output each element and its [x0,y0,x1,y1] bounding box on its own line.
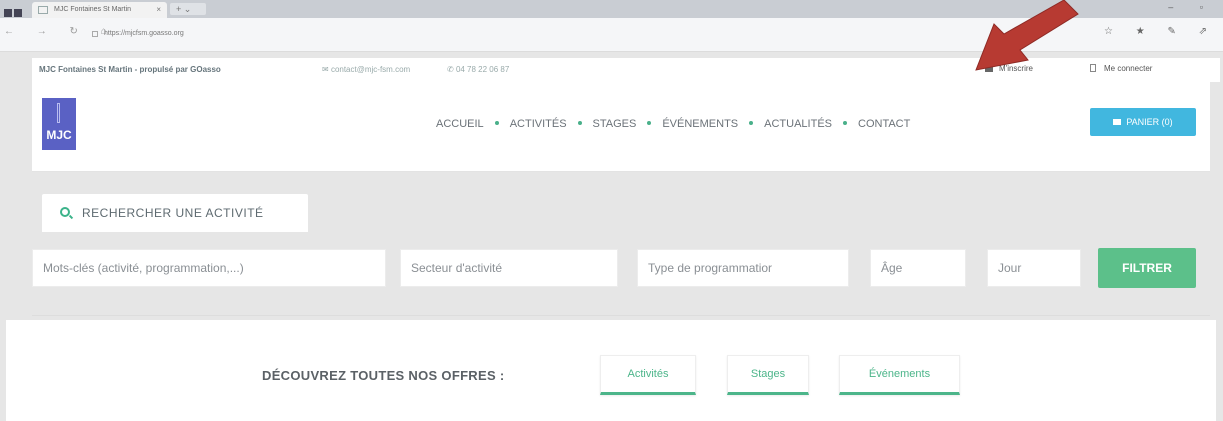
search-icon [60,207,70,217]
site-name: MJC Fontaines St Martin - propulsé par G… [39,65,221,74]
age-select[interactable]: Âge [870,249,966,287]
offers-section: DÉCOUVREZ TOUTES NOS OFFRES : Activités … [6,320,1216,421]
cart-label: PANIER (0) [1126,117,1173,127]
programming-type-select[interactable]: Type de programmatior [637,249,849,287]
browser-toolbar-icons[interactable]: ☆ ★ ✎ ⇗ [1104,26,1217,37]
email-text: contact@mjc-fsm.com [330,65,411,74]
annotation-arrow-shape [975,0,1079,71]
nav-item-stages[interactable]: STAGES [593,118,637,130]
new-tab-button[interactable]: + ⌄ [170,3,206,15]
login-label: Me connecter [1104,64,1153,73]
nav-item-actualites[interactable]: ACTUALITÉS [764,118,832,130]
keywords-input[interactable]: Mots-clés (activité, programmation,...) [32,249,386,287]
filter-row: Mots-clés (activité, programmation,...) … [0,232,1223,312]
nav-separator [843,121,847,126]
url-field[interactable]: https://mjcfsm.goasso.org [88,26,688,42]
nav-item-activites[interactable]: ACTIVITÉS [510,118,567,130]
site-logo[interactable]: MJC [42,98,76,150]
day-select[interactable]: Jour [987,249,1081,287]
lock-icon [92,31,98,37]
section-divider [32,315,1210,316]
window-menu-icon[interactable] [4,4,26,17]
window-controls[interactable]: – ▫ [1168,2,1215,12]
close-icon[interactable]: × [156,5,161,14]
filter-button[interactable]: FILTRER [1098,248,1196,288]
nav-item-accueil[interactable]: ACCUEIL [436,118,484,130]
phone-text: 04 78 22 06 87 [455,65,510,74]
nav-separator [494,121,499,126]
logo-text: MJC [46,128,72,142]
contact-phone[interactable]: ✆ 04 78 22 06 87 [447,65,509,74]
main-nav: ACCUEIL ACTIVITÉS STAGES ÉVÉNEMENTS ACTUALIT… [436,118,910,130]
offer-button-stages[interactable]: Stages [727,355,809,395]
search-tab[interactable]: RECHERCHER UNE ACTIVITÉ [42,194,308,232]
nav-item-evenements[interactable]: ÉVÉNEMENTS [662,118,738,130]
search-title: RECHERCHER UNE ACTIVITÉ [82,206,264,220]
offers-label: DÉCOUVREZ TOUTES NOS OFFRES : [262,368,505,383]
annotation-arrow [975,0,1079,71]
offer-button-evenements[interactable]: Événements [839,355,960,395]
nav-separator [647,121,652,126]
user-icon [1090,64,1096,72]
tab-favicon-icon [38,6,48,14]
logo-mark-icon [57,103,60,123]
browser-tab[interactable]: MJC Fontaines St Martin × [32,2,167,18]
tab-title: MJC Fontaines St Martin [54,6,132,13]
cart-button[interactable]: PANIER (0) [1090,108,1196,136]
nav-separator [577,121,582,126]
url-text: https://mjcfsm.goasso.org [104,30,184,37]
offer-button-activites[interactable]: Activités [600,355,696,395]
site-header: MJC ACCUEIL ACTIVITÉS STAGES ÉVÉNEMENTS ACTU… [32,82,1210,172]
contact-email[interactable]: ✉ contact@mjc-fsm.com [322,65,410,74]
sector-select[interactable]: Secteur d'activité [400,249,618,287]
nav-separator [749,121,754,126]
login-link[interactable]: Me connecter [1090,64,1152,73]
cart-icon [1113,119,1122,125]
nav-item-contact[interactable]: CONTACT [858,118,910,130]
